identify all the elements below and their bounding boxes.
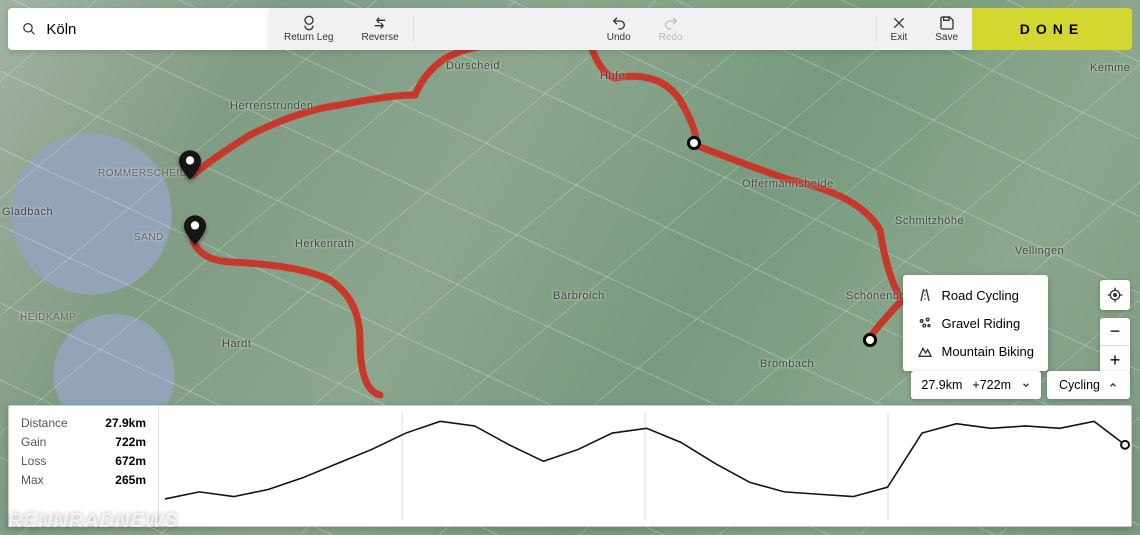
undo-button[interactable]: Undo bbox=[593, 8, 645, 50]
route-point-icon[interactable] bbox=[687, 136, 701, 150]
map-label: Bärbroich bbox=[553, 290, 605, 302]
waypoint-pin[interactable] bbox=[184, 215, 206, 245]
map-label: Dürscheid bbox=[446, 60, 500, 72]
map-label: ROMMERSCHEID bbox=[98, 168, 187, 179]
save-button[interactable]: Save bbox=[921, 8, 972, 50]
crosshair-icon bbox=[1107, 287, 1123, 303]
ride-type-mtb[interactable]: Mountain Biking bbox=[903, 337, 1049, 365]
save-icon bbox=[939, 15, 955, 31]
waypoint-pin[interactable] bbox=[179, 150, 201, 180]
chevron-down-icon bbox=[1021, 380, 1031, 390]
search-icon bbox=[22, 21, 36, 37]
zoom-in-button[interactable]: + bbox=[1100, 346, 1130, 374]
gravel-icon bbox=[917, 315, 933, 331]
map-label: SAND bbox=[134, 232, 164, 243]
watermark: RENNRADNEWS bbox=[8, 510, 179, 533]
exit-button[interactable]: Exit bbox=[877, 8, 922, 50]
elevation-chart[interactable] bbox=[159, 406, 1131, 526]
locate-me-button[interactable] bbox=[1100, 280, 1130, 310]
map-label: Vellingen bbox=[1015, 245, 1064, 257]
return-leg-button[interactable]: Return Leg bbox=[270, 8, 347, 50]
done-button[interactable]: DONE bbox=[972, 8, 1132, 50]
search-input[interactable] bbox=[46, 21, 256, 38]
loop-icon bbox=[301, 15, 317, 31]
redo-icon bbox=[663, 15, 679, 31]
search-box[interactable] bbox=[8, 8, 270, 50]
zoom-control: − + bbox=[1100, 318, 1130, 374]
map-label: Hufe bbox=[600, 70, 625, 82]
activity-mode-dropdown[interactable]: Cycling bbox=[1047, 371, 1130, 399]
map-label: Hardt bbox=[222, 338, 251, 350]
route-summary-pill[interactable]: 27.9km +722m bbox=[911, 371, 1041, 399]
map-label: HEIDKAMP bbox=[20, 312, 76, 323]
map-label: Offermannsheide bbox=[742, 178, 834, 190]
elevation-stats: Distance27.9km Gain722m Loss672m Max265m bbox=[9, 406, 159, 526]
ride-type-menu: Road Cycling Gravel Riding Mountain Biki… bbox=[903, 275, 1049, 371]
redo-button[interactable]: Redo bbox=[645, 8, 697, 50]
summary-distance: 27.9km bbox=[921, 378, 962, 392]
reverse-button[interactable]: Reverse bbox=[347, 8, 412, 50]
reverse-icon bbox=[372, 15, 388, 31]
route-point-icon[interactable] bbox=[863, 333, 877, 347]
ride-type-gravel[interactable]: Gravel Riding bbox=[903, 309, 1049, 337]
map-label: Herrenstrunden bbox=[230, 100, 313, 112]
map-label: Kemme bbox=[1090, 62, 1130, 74]
undo-icon bbox=[611, 15, 627, 31]
summary-elevation: +722m bbox=[972, 378, 1011, 392]
map-label: Brombach bbox=[760, 358, 814, 370]
chevron-up-icon bbox=[1108, 380, 1118, 390]
map-label: Schmitzhöhe bbox=[895, 215, 964, 227]
ride-type-road[interactable]: Road Cycling bbox=[903, 281, 1049, 309]
elevation-panel: Distance27.9km Gain722m Loss672m Max265m bbox=[8, 405, 1132, 527]
top-toolbar: Return Leg Reverse Undo Redo Exit Save D… bbox=[8, 8, 1132, 50]
close-icon bbox=[891, 15, 907, 31]
road-icon bbox=[917, 287, 933, 303]
mountain-icon bbox=[917, 343, 933, 359]
map-label: Herkenrath bbox=[295, 238, 354, 250]
map-label: Gladbach bbox=[2, 206, 53, 218]
zoom-out-button[interactable]: − bbox=[1100, 318, 1130, 346]
